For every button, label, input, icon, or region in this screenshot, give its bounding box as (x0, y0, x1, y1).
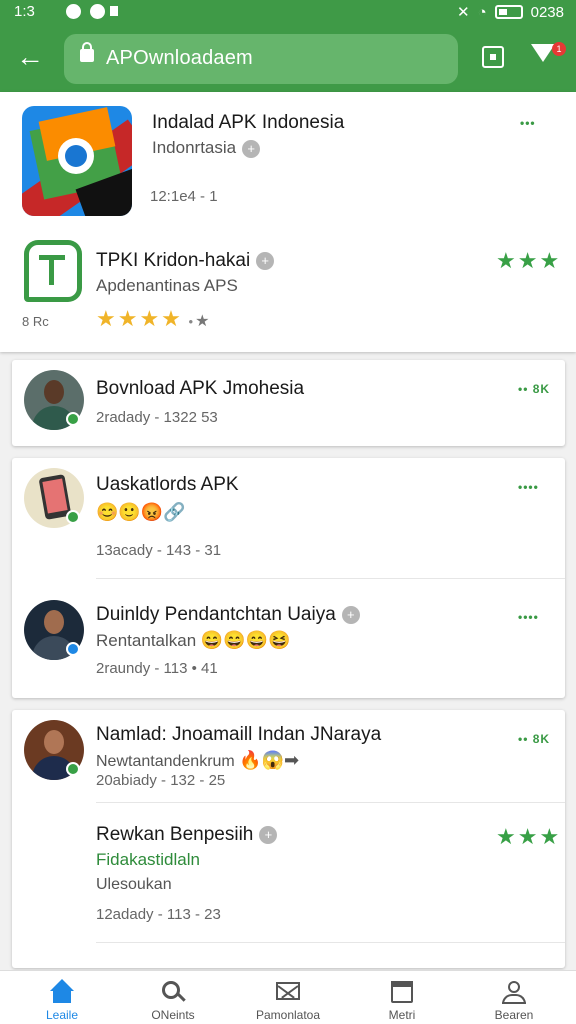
wifi-icon: ◔ (477, 3, 487, 21)
post-subtitle: Rentantalkan 😄😄😄😆 (96, 630, 291, 650)
post-card-group: Uaskatlords APK 😊🙂😡🔗 13acady - 143 - 31 … (12, 458, 565, 698)
notification-icon (66, 4, 81, 19)
app-meta: 12:1e4 - 1 (150, 188, 218, 205)
notification-badge: 1 (552, 42, 566, 56)
status-right: ✕ ◔ 0238 (456, 3, 564, 22)
nav-profile[interactable]: Bearen (466, 971, 562, 1024)
rating-stars: ★★★★ •★ (96, 306, 212, 331)
status-time: 1:3 (14, 3, 35, 20)
nav-label: Bearen (494, 1008, 534, 1022)
post-meta: 13acady - 143 - 31 (96, 542, 222, 559)
nav-menu[interactable]: Metri (354, 971, 450, 1024)
tabs-icon[interactable] (482, 46, 504, 68)
more-options-icon[interactable]: •• 8K (518, 732, 550, 746)
more-options-icon[interactable]: •••• (518, 610, 539, 624)
online-badge-icon (66, 510, 80, 524)
divider (96, 578, 565, 579)
post-title[interactable]: Uaskatlords APK (96, 474, 239, 496)
nav-label: ONeints (151, 1008, 195, 1022)
post-meta: 2radady - 1322 53 (96, 409, 218, 426)
divider (96, 942, 565, 943)
app-publisher: Indonrtasia + (152, 138, 261, 158)
notification-icon (90, 4, 105, 19)
app-bar: 1:3 ✕ ◔ 0238 ← APOwnloadaem 1 (0, 0, 576, 92)
app-title[interactable]: Indalad APK Indonesia (152, 112, 344, 134)
more-options-icon[interactable]: •• 8K (518, 382, 550, 396)
more-options-icon[interactable]: ••• (520, 116, 536, 130)
nav-search[interactable]: ONeints (125, 971, 221, 1024)
verified-icon: + (256, 251, 275, 270)
nav-label: Leaile (45, 1008, 79, 1022)
post-card[interactable]: Bovnload APK Jmohesia 2radady - 1322 53 … (12, 360, 565, 446)
divider (96, 802, 565, 803)
post-title[interactable]: Duinldy Pendantchtan Uaiya + (96, 604, 360, 626)
battery-icon (494, 5, 523, 19)
app-subtitle: Apdenantinas APS (96, 276, 238, 295)
app-size: 8 Rc (22, 314, 49, 329)
verified-icon: + (242, 139, 261, 158)
post-caption: Ulesoukan (96, 876, 172, 893)
nav-label: Metri (388, 1008, 416, 1022)
post-emoji: 😊🙂😡🔗 (96, 502, 186, 522)
online-badge-icon (66, 762, 80, 776)
back-arrow-icon[interactable]: ← (16, 41, 44, 73)
more-options-icon[interactable]: •••• (518, 480, 539, 494)
post-meta: 12adady - 113 - 23 (96, 906, 221, 923)
status-right-label: 0238 (530, 3, 564, 21)
verified-icon: + (259, 825, 278, 844)
menu-icon (388, 979, 416, 1005)
post-subtitle: Newtantandenkrum 🔥😱➡ (96, 750, 300, 770)
verified-badge-icon (66, 642, 80, 656)
post-card-group: Namlad: Jnoamaill Indan JNaraya Newtanta… (12, 710, 565, 968)
post-meta: 2raundy - 113 • 41 (96, 660, 218, 677)
nav-home[interactable]: Leaile (14, 971, 110, 1024)
search-icon (159, 979, 187, 1005)
mute-icon: ✕ (456, 4, 470, 21)
post-subtitle: Fidakastidlaln (96, 850, 200, 869)
notification-icon (110, 6, 118, 16)
lock-icon (80, 42, 94, 62)
status-bar: 1:3 ✕ ◔ 0238 (0, 0, 576, 24)
nav-label: Pamonlatoa (255, 1008, 321, 1022)
profile-icon (500, 979, 528, 1005)
rating-stars-green: ★★★ (496, 248, 562, 273)
url-bar[interactable]: APOwnloadaem (64, 34, 458, 84)
post-meta: 20abiady - 132 - 25 (96, 772, 226, 789)
url-text: APOwnloadaem (106, 47, 253, 69)
featured-apps: Indalad APK Indonesia Indonrtasia + 12:1e… (0, 92, 576, 352)
online-badge-icon (66, 412, 80, 426)
rating-stars-green: ★★★ (496, 824, 562, 849)
nav-messages[interactable]: Pamonlatoa (240, 971, 336, 1024)
app-title[interactable]: TPKI Kridon-hakai + (96, 250, 275, 272)
post-title[interactable]: Rewkan Benpesiih + (96, 824, 278, 846)
bottom-navigation: Leaile ONeints Pamonlatoa Metri Bearen (0, 970, 576, 1024)
mail-icon (274, 979, 302, 1005)
app-icon[interactable] (22, 106, 132, 216)
verified-icon: + (341, 605, 360, 624)
home-icon (48, 979, 76, 1005)
app-icon[interactable] (24, 240, 82, 302)
post-title[interactable]: Namlad: Jnoamaill Indan JNaraya (96, 724, 381, 746)
post-title: Bovnload APK Jmohesia (96, 378, 305, 399)
